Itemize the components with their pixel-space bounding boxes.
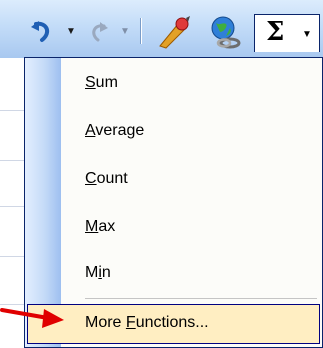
standard-toolbar: ▼ ▼ Σ ▼	[0, 0, 323, 59]
undo-icon	[31, 21, 50, 42]
redo-dropdown-arrow[interactable]: ▼	[120, 26, 130, 37]
hyperlink-button[interactable]	[208, 14, 244, 50]
menu-item-label: More Functions...	[85, 314, 209, 331]
autosum-button[interactable]: Σ ▼	[254, 14, 320, 52]
drawing-button[interactable]	[156, 14, 192, 50]
autosum-dropdown-arrow[interactable]: ▼	[302, 29, 312, 40]
sigma-icon: Σ	[266, 17, 285, 47]
menu-separator	[85, 298, 317, 299]
menu-item-min[interactable]: Min	[27, 254, 320, 294]
redo-icon	[92, 22, 108, 42]
undo-button[interactable]	[28, 18, 56, 46]
red-arrow-annotation	[0, 308, 64, 328]
menu-item-label: Average	[85, 122, 145, 139]
menu-item-average[interactable]: Average	[27, 112, 320, 152]
menu-item-label: Sum	[85, 74, 118, 91]
globe-link-icon	[211, 16, 241, 49]
redo-button[interactable]	[86, 18, 112, 46]
menu-item-max[interactable]: Max	[27, 208, 320, 248]
menu-item-label: Max	[85, 218, 116, 235]
paint-brush-icon	[159, 16, 190, 49]
menu-item-sum[interactable]: Sum	[27, 64, 320, 104]
menu-item-label: Count	[85, 170, 128, 187]
menu-item-count[interactable]: Count	[27, 160, 320, 200]
menu-item-label: Min	[85, 264, 111, 281]
undo-dropdown-arrow[interactable]: ▼	[66, 26, 76, 37]
menu-item-more-functions[interactable]: More Functions...	[27, 304, 320, 344]
toolbar-separator	[140, 18, 141, 44]
